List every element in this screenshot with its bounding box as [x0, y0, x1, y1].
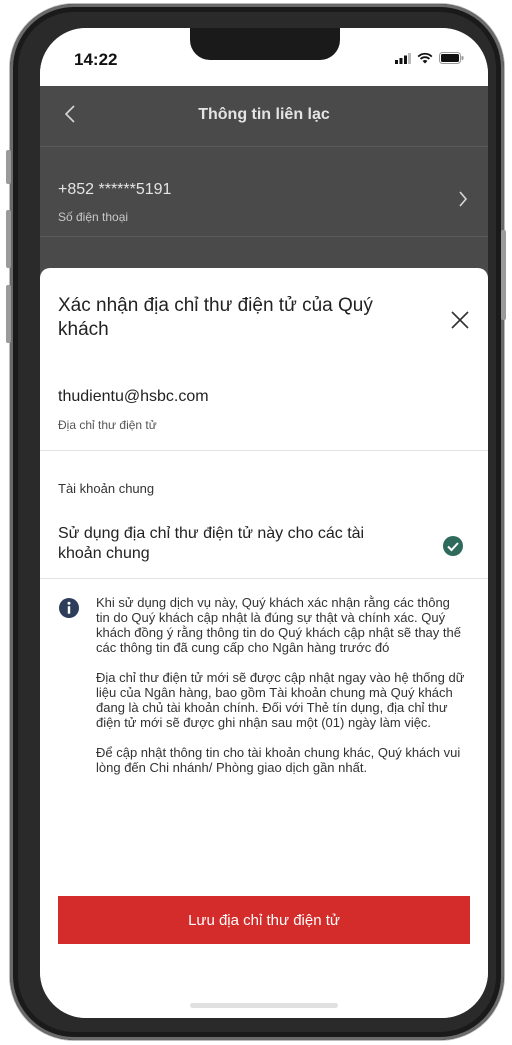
save-email-button[interactable]: Lưu địa chỉ thư điện tử [58, 896, 470, 944]
email-label: Địa chỉ thư điện tử [58, 418, 157, 432]
notice-paragraph: Khi sử dụng dịch vụ này, Quý khách xác n… [96, 595, 461, 655]
status-bar: 14:22 [40, 28, 488, 86]
volume-up-button [6, 210, 11, 268]
notice-paragraph: Để cập nhật thông tin cho tài khoản chun… [96, 745, 461, 775]
page-title: Thông tin liên lạc [198, 106, 330, 123]
phone-number-row[interactable]: +852 ******5191 Số điện thoại [40, 146, 488, 237]
disclaimer-notice: Khi sử dụng dịch vụ này, Quý khách xác n… [96, 595, 466, 790]
status-icons [395, 52, 464, 64]
phone-number-label: Số điện thoại [58, 210, 129, 224]
battery-icon [439, 52, 464, 64]
sheet-title: Xác nhận địa chỉ thư điện tử của Quý khá… [58, 295, 373, 340]
nav-bar: Thông tin liên lạc [40, 86, 488, 147]
divider [40, 578, 488, 579]
close-icon[interactable] [448, 308, 472, 332]
info-icon [58, 597, 80, 624]
status-time: 14:22 [74, 50, 118, 69]
divider [40, 450, 488, 451]
home-indicator [190, 1003, 338, 1008]
volume-down-button [6, 285, 11, 343]
email-value: thudientu@hsbc.com [58, 388, 209, 405]
mute-switch [6, 150, 11, 184]
notice-paragraph: Địa chỉ thư điện tử mới sẽ được cập nhật… [96, 670, 465, 730]
confirm-email-sheet: Xác nhận địa chỉ thư điện tử của Quý khá… [40, 268, 488, 1018]
phone-screen: 14:22 Thông tin liên lạc +852 ******5191… [40, 28, 488, 1018]
chevron-right-icon [458, 190, 468, 213]
phone-number-value: +852 ******5191 [58, 181, 172, 198]
wifi-icon [417, 52, 433, 64]
signal-icon [395, 52, 411, 64]
joint-accounts-heading: Tài khoản chung [58, 481, 155, 496]
camera-notch [190, 28, 340, 60]
check-circle-icon[interactable] [442, 535, 464, 562]
power-button [501, 230, 506, 320]
use-for-joint-accounts-label: Sử dụng địa chỉ thư điện tử này cho các … [58, 525, 365, 562]
